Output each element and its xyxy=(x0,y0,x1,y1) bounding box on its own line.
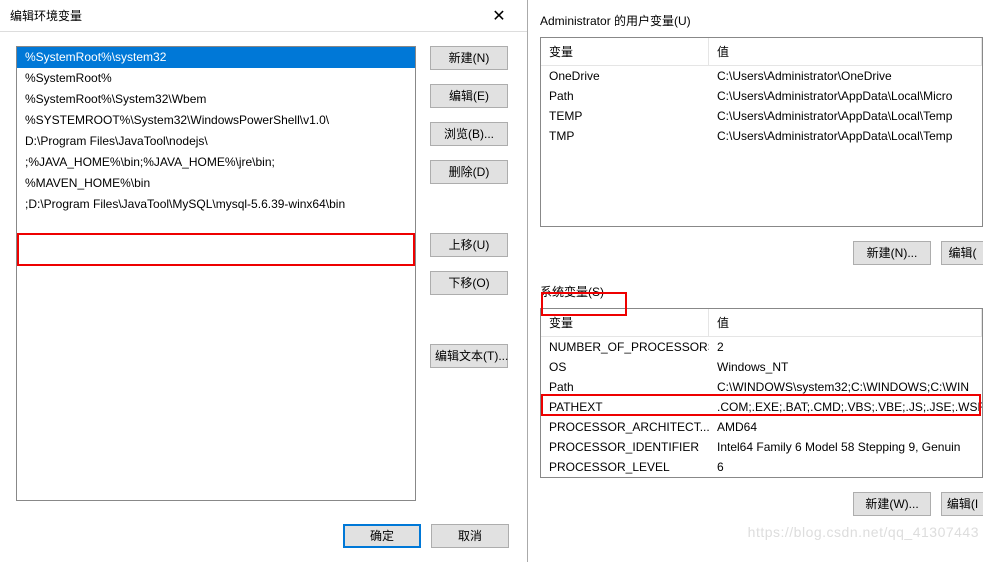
new-button[interactable]: 新建(N) xyxy=(430,46,508,70)
table-row[interactable]: PathC:\Users\Administrator\AppData\Local… xyxy=(541,86,982,106)
edit-env-var-dialog: 编辑环境变量 ✕ %SystemRoot%\system32 %SystemRo… xyxy=(0,0,528,562)
table-row[interactable]: PathC:\WINDOWS\system32;C:\WINDOWS;C:\WI… xyxy=(541,377,982,397)
sys-vars-label: 系统变量(S) xyxy=(530,279,983,308)
close-icon[interactable]: ✕ xyxy=(479,6,519,26)
edit-button[interactable]: 编辑(E) xyxy=(430,84,508,108)
path-entries-listbox[interactable]: %SystemRoot%\system32 %SystemRoot% %Syst… xyxy=(16,46,416,501)
column-value[interactable]: 值 xyxy=(709,309,982,336)
user-edit-button[interactable]: 编辑( xyxy=(941,241,983,265)
user-vars-label: Administrator 的用户变量(U) xyxy=(530,8,983,37)
list-item[interactable]: %SYSTEMROOT%\System32\WindowsPowerShell\… xyxy=(17,110,415,131)
cancel-button[interactable]: 取消 xyxy=(431,524,509,548)
move-down-button[interactable]: 下移(O) xyxy=(430,271,508,295)
table-row[interactable]: PROCESSOR_ARCHITECT...AMD64 xyxy=(541,417,982,437)
table-header: 变量 值 xyxy=(541,309,982,337)
edit-text-button[interactable]: 编辑文本(T)... xyxy=(430,344,508,368)
list-item[interactable]: %SystemRoot%\system32 xyxy=(17,47,415,68)
list-item[interactable]: ;%JAVA_HOME%\bin;%JAVA_HOME%\jre\bin; xyxy=(17,152,415,173)
table-row[interactable]: OneDriveC:\Users\Administrator\OneDrive xyxy=(541,66,982,86)
table-row[interactable]: OSWindows_NT xyxy=(541,357,982,377)
table-row[interactable]: PROCESSOR_LEVEL6 xyxy=(541,457,982,477)
browse-button[interactable]: 浏览(B)... xyxy=(430,122,508,146)
delete-button[interactable]: 删除(D) xyxy=(430,160,508,184)
dialog-title: 编辑环境变量 xyxy=(10,7,82,24)
list-item[interactable]: %SystemRoot% xyxy=(17,68,415,89)
table-row[interactable]: NUMBER_OF_PROCESSORS2 xyxy=(541,337,982,357)
user-vars-table[interactable]: 变量 值 OneDriveC:\Users\Administrator\OneD… xyxy=(540,37,983,227)
table-row[interactable]: TEMPC:\Users\Administrator\AppData\Local… xyxy=(541,106,982,126)
column-name[interactable]: 变量 xyxy=(541,38,709,65)
table-row[interactable]: TMPC:\Users\Administrator\AppData\Local\… xyxy=(541,126,982,146)
list-item[interactable]: %SystemRoot%\System32\Wbem xyxy=(17,89,415,110)
highlight-annotation xyxy=(17,233,415,266)
table-header: 变量 值 xyxy=(541,38,982,66)
list-item[interactable]: D:\Program Files\JavaTool\nodejs\ xyxy=(17,131,415,152)
sys-new-button[interactable]: 新建(W)... xyxy=(853,492,931,516)
column-name[interactable]: 变量 xyxy=(541,309,709,336)
list-item[interactable]: ;D:\Program Files\JavaTool\MySQL\mysql-5… xyxy=(17,194,415,215)
sys-vars-table[interactable]: 变量 值 NUMBER_OF_PROCESSORS2 OSWindows_NT … xyxy=(540,308,983,478)
user-new-button[interactable]: 新建(N)... xyxy=(853,241,931,265)
env-vars-panel: Administrator 的用户变量(U) 变量 值 OneDriveC:\U… xyxy=(530,0,983,562)
table-row[interactable]: PATHEXT.COM;.EXE;.BAT;.CMD;.VBS;.VBE;.JS… xyxy=(541,397,982,417)
ok-button[interactable]: 确定 xyxy=(343,524,421,548)
move-up-button[interactable]: 上移(U) xyxy=(430,233,508,257)
sys-edit-button[interactable]: 编辑(I xyxy=(941,492,983,516)
table-row[interactable]: PROCESSOR_IDENTIFIERIntel64 Family 6 Mod… xyxy=(541,437,982,457)
list-item[interactable]: %MAVEN_HOME%\bin xyxy=(17,173,415,194)
column-value[interactable]: 值 xyxy=(709,38,982,65)
dialog-titlebar: 编辑环境变量 ✕ xyxy=(0,0,527,32)
